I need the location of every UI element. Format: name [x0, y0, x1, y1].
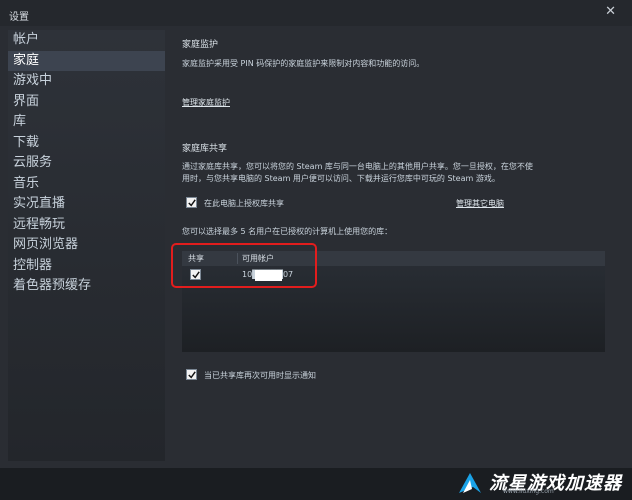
sidebar-item-controller[interactable]: 控制器 — [8, 256, 165, 277]
library-sharing-description-line1: 通过家庭库共享，您可以将您的 Steam 库与同一台电脑上的其他用户共享。您一旦… — [182, 162, 533, 171]
sidebar-item-account[interactable]: 帐户 — [8, 30, 165, 51]
sidebar-item-family[interactable]: 家庭 — [8, 50, 165, 71]
library-sharing-description-line2: 用时，与您共享电脑的 Steam 用户便可以访问、下载并运行您库中可玩的 Ste… — [182, 174, 500, 183]
notify-label: 当已共享库再次可用时显示通知 — [204, 371, 316, 380]
library-sharing-title: 家庭库共享 — [182, 144, 228, 154]
checkmark-icon — [188, 371, 196, 379]
checkmark-icon — [188, 199, 196, 207]
sidebar-item-downloads[interactable]: 下载 — [8, 133, 165, 154]
sidebar-item-interface[interactable]: 界面 — [8, 92, 165, 113]
manage-family-view-link[interactable]: 管理家庭监护 — [182, 97, 230, 108]
window-title: 设置 — [9, 12, 29, 23]
sidebar-item-in-game[interactable]: 游戏中 — [8, 71, 165, 92]
manage-other-computers-link[interactable]: 管理其它电脑 — [456, 198, 504, 209]
sidebar-item-web-browser[interactable]: 网页浏览器 — [8, 235, 165, 256]
sidebar-item-library[interactable]: 库 — [8, 112, 165, 133]
notify-checkbox[interactable] — [186, 369, 197, 380]
authorize-sharing-checkbox[interactable] — [186, 197, 197, 208]
authorize-sharing-label: 在此电脑上授权库共享 — [204, 199, 284, 208]
sidebar-item-shader-cache[interactable]: 着色器预缓存 — [8, 276, 165, 297]
sidebar-item-cloud[interactable]: 云服务 — [8, 153, 165, 174]
family-view-description: 家庭监护采用受 PIN 码保护的家庭监护来限制对内容和功能的访问。 — [182, 59, 425, 68]
user-limit-text: 您可以选择最多 5 名用户在已授权的计算机上使用您的库： — [182, 227, 393, 236]
sidebar-item-music[interactable]: 音乐 — [8, 174, 165, 195]
highlight-box — [171, 243, 317, 288]
watermark-logo: 流星游戏加速器 www.liuxing.com — [457, 470, 621, 496]
window-titlebar: 设置 ✕ — [0, 0, 632, 26]
sidebar-item-remote-play[interactable]: 远程畅玩 — [8, 215, 165, 236]
settings-sidebar: 帐户 家庭 游戏中 界面 库 下载 云服务 音乐 实况直播 远程畅玩 网页浏览器… — [8, 30, 165, 461]
watermark-sub-text: www.liuxing.com — [503, 488, 554, 495]
sidebar-item-broadcasting[interactable]: 实况直播 — [8, 194, 165, 215]
family-view-title: 家庭监护 — [182, 40, 219, 50]
close-icon[interactable]: ✕ — [605, 4, 616, 19]
watermark-star-icon — [459, 473, 481, 493]
